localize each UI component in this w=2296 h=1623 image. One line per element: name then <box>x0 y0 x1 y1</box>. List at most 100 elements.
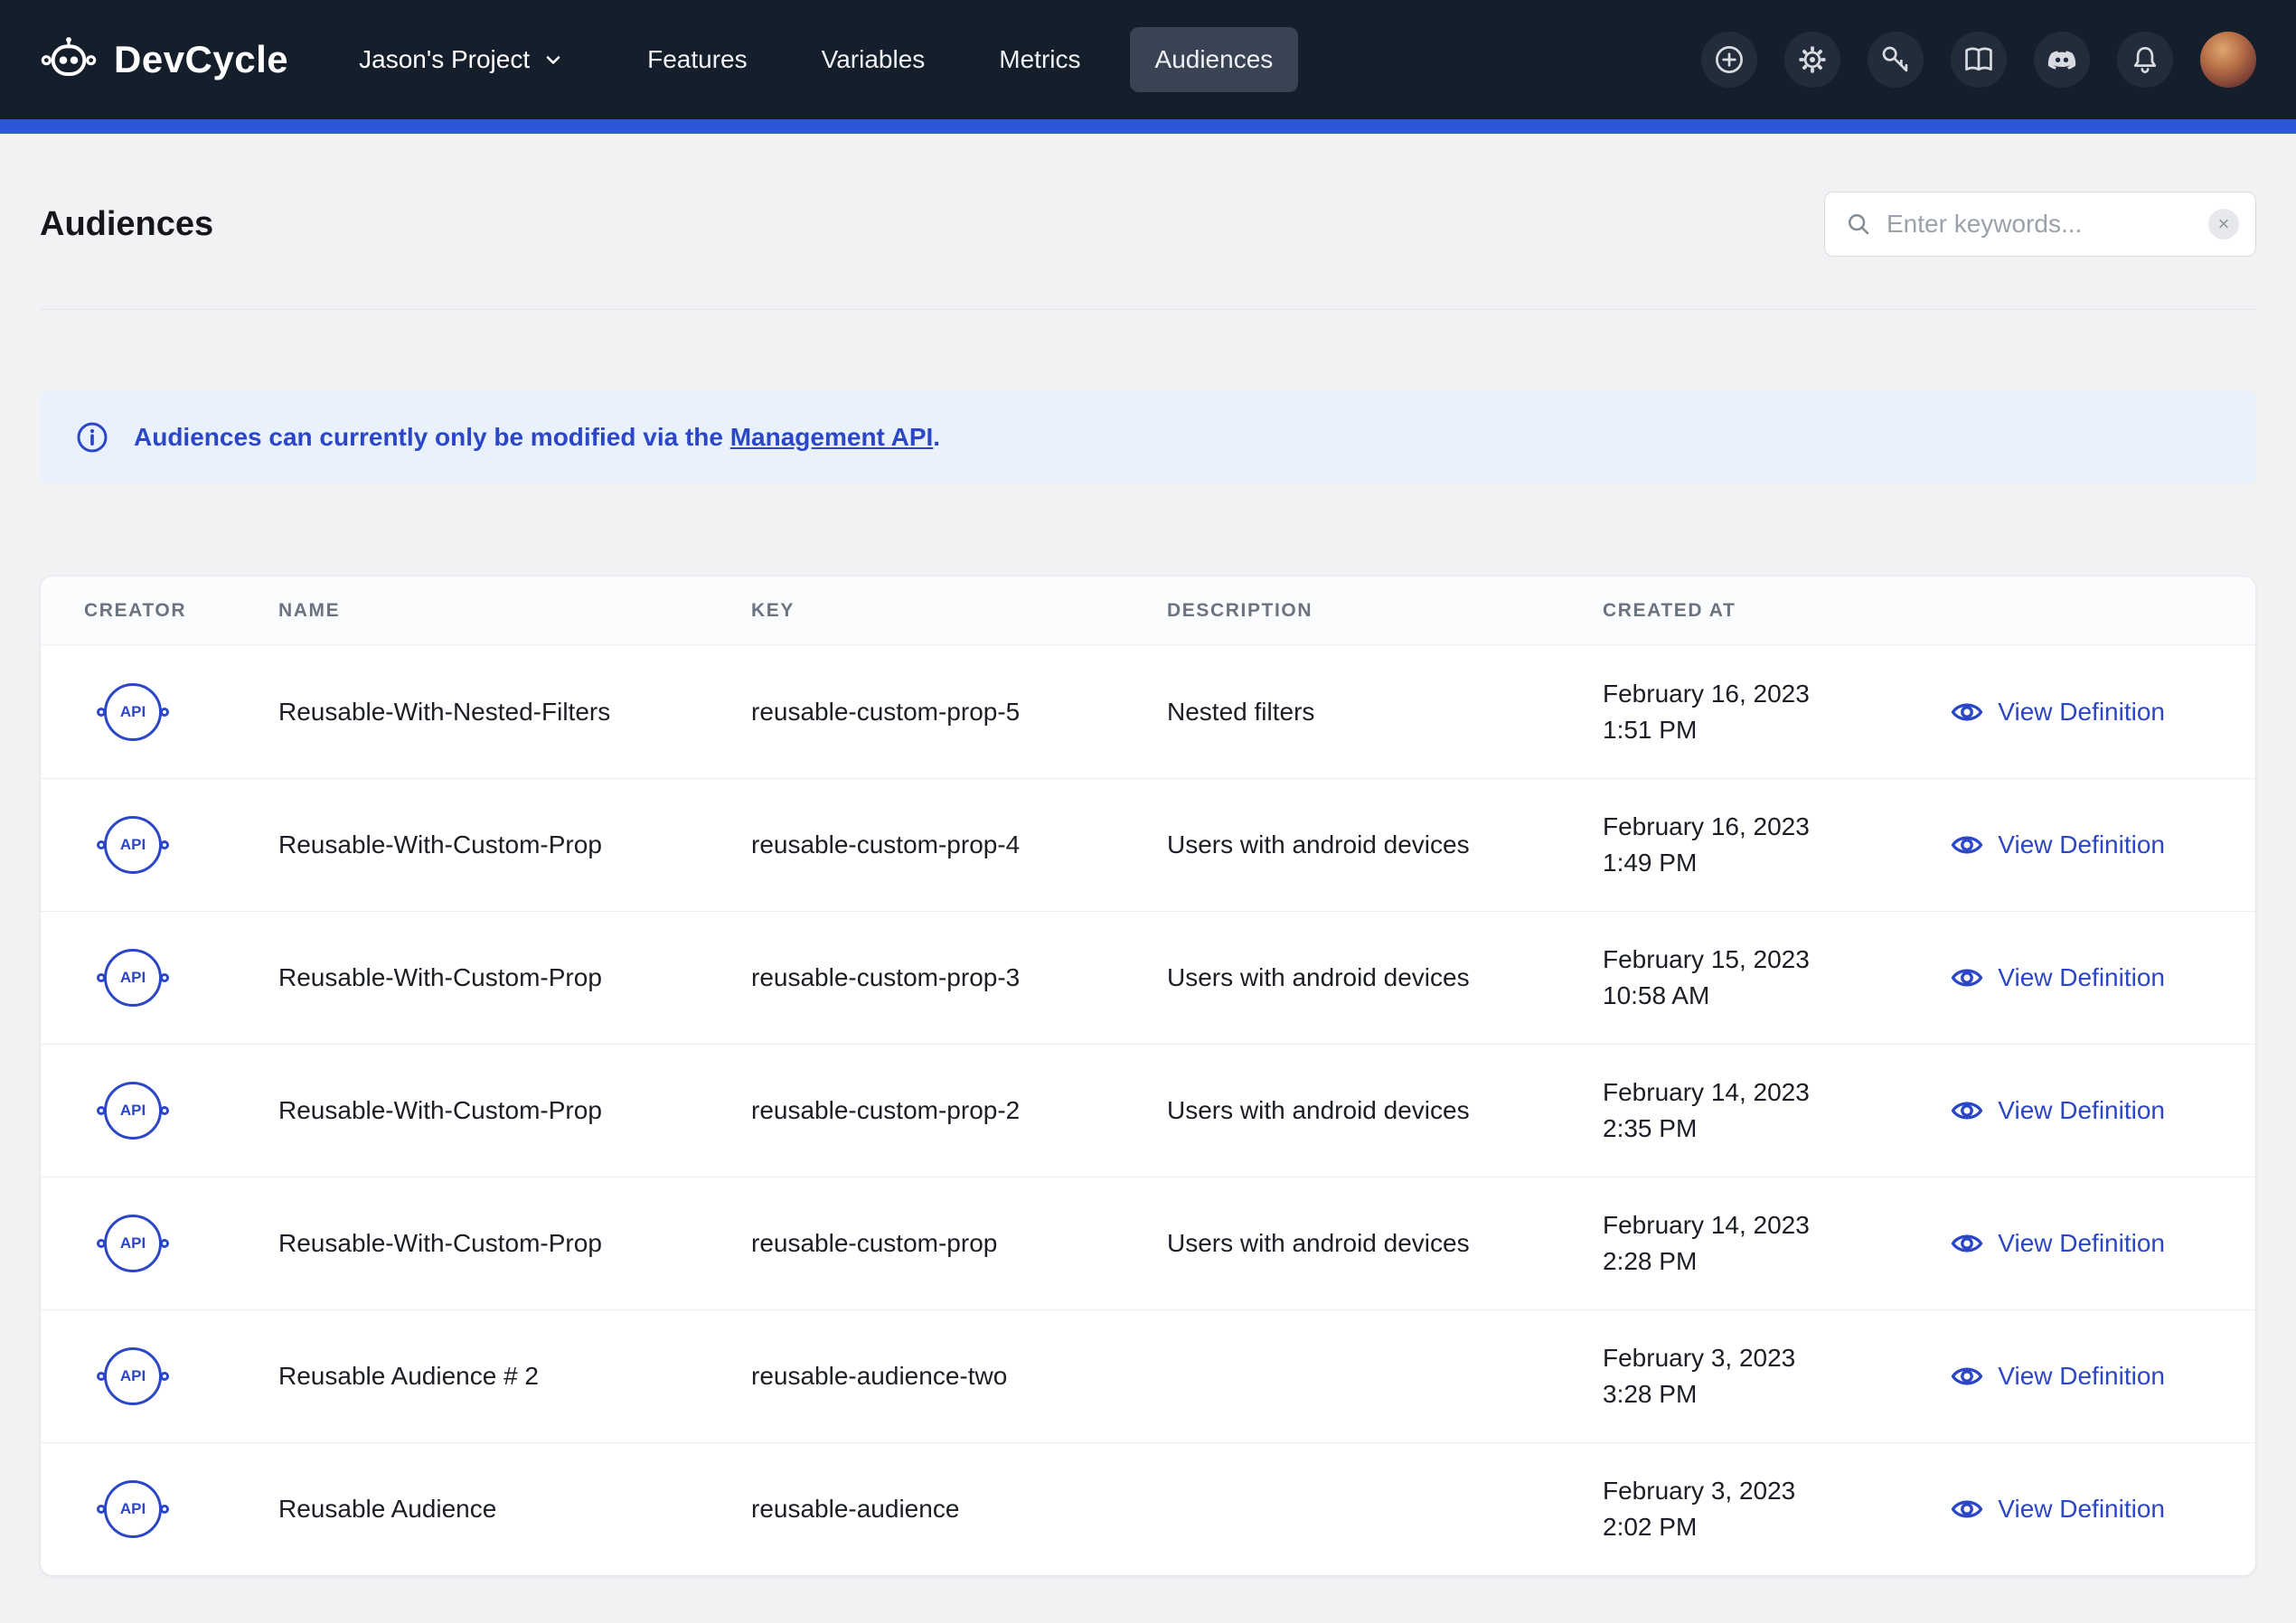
view-definition-link[interactable]: View Definition <box>1950 1229 2165 1258</box>
created-date: February 15, 2023 <box>1603 942 1928 978</box>
brand[interactable]: DevCycle <box>40 35 288 84</box>
api-badge-label: API <box>120 969 146 987</box>
gear-icon[interactable] <box>1784 32 1840 88</box>
view-definition-link[interactable]: View Definition <box>1950 1096 2165 1125</box>
management-api-link[interactable]: Management API <box>730 423 934 451</box>
page-title: Audiences <box>40 205 213 244</box>
api-creator-badge: API <box>104 816 162 874</box>
api-creator-badge: API <box>104 1480 162 1538</box>
audience-key: reusable-audience <box>751 1495 1167 1524</box>
audience-description: Users with android devices <box>1167 830 1603 859</box>
view-definition-link[interactable]: View Definition <box>1950 1495 2165 1524</box>
table-row: API Reusable Audience # 2 reusable-audie… <box>41 1309 2255 1442</box>
search-icon <box>1845 211 1872 238</box>
view-definition-label: View Definition <box>1998 1229 2165 1258</box>
navbar: DevCycle Jason's Project Features Variabl… <box>0 0 2296 119</box>
audience-name: Reusable-With-Custom-Prop <box>278 830 751 859</box>
audience-name: Reusable Audience <box>278 1495 751 1524</box>
nav-item-variables[interactable]: Variables <box>796 27 951 92</box>
table-row: API Reusable-With-Custom-Prop reusable-c… <box>41 911 2255 1044</box>
info-banner: Audiences can currently only be modified… <box>40 391 2256 483</box>
audience-key: reusable-custom-prop-4 <box>751 830 1167 859</box>
column-header-created-at: CREATED AT <box>1603 600 1928 622</box>
created-time: 2:35 PM <box>1603 1111 1928 1147</box>
audience-name: Reusable Audience # 2 <box>278 1362 751 1391</box>
view-definition-label: View Definition <box>1998 1495 2165 1524</box>
table-body: API Reusable-With-Nested-Filters reusabl… <box>41 645 2255 1575</box>
api-badge-label: API <box>120 1500 146 1518</box>
audience-key: reusable-audience-two <box>751 1362 1167 1391</box>
view-definition-link[interactable]: View Definition <box>1950 1362 2165 1391</box>
eye-icon <box>1950 830 1984 859</box>
column-header-creator: CREATOR <box>84 600 278 622</box>
view-definition-label: View Definition <box>1998 963 2165 992</box>
view-definition-link[interactable]: View Definition <box>1950 963 2165 992</box>
audience-key: reusable-custom-prop-3 <box>751 963 1167 992</box>
eye-icon <box>1950 963 1984 992</box>
audience-key: reusable-custom-prop-2 <box>751 1096 1167 1125</box>
nav-item-audiences[interactable]: Audiences <box>1130 27 1299 92</box>
created-date: February 14, 2023 <box>1603 1074 1928 1111</box>
table-row: API Reusable Audience reusable-audience … <box>41 1442 2255 1575</box>
primary-nav: Features Variables Metrics Audiences <box>622 27 1298 92</box>
created-at: February 15, 2023 10:58 AM <box>1603 942 1928 1014</box>
api-badge-label: API <box>120 703 146 721</box>
main-content: Audiences × Audiences can currently only… <box>0 192 2296 1576</box>
clear-search-icon[interactable]: × <box>2208 209 2239 239</box>
audience-description: Nested filters <box>1167 698 1603 727</box>
view-definition-link[interactable]: View Definition <box>1950 698 2165 727</box>
book-icon[interactable] <box>1951 32 2007 88</box>
created-date: February 16, 2023 <box>1603 676 1928 712</box>
created-at: February 3, 2023 3:28 PM <box>1603 1340 1928 1412</box>
table-row: API Reusable-With-Custom-Prop reusable-c… <box>41 1044 2255 1177</box>
devcycle-logo-icon <box>40 35 98 84</box>
search-input[interactable] <box>1887 210 2194 239</box>
created-at: February 16, 2023 1:49 PM <box>1603 809 1928 881</box>
created-time: 2:02 PM <box>1603 1509 1928 1545</box>
project-selector[interactable]: Jason's Project <box>359 45 564 74</box>
audience-description: Users with android devices <box>1167 963 1603 992</box>
audience-description: Users with android devices <box>1167 1229 1603 1258</box>
page-header: Audiences × <box>40 192 2256 257</box>
plus-circle-icon[interactable] <box>1701 32 1757 88</box>
created-at: February 14, 2023 2:35 PM <box>1603 1074 1928 1147</box>
discord-icon[interactable] <box>2034 32 2090 88</box>
view-definition-label: View Definition <box>1998 1362 2165 1391</box>
api-creator-badge: API <box>104 683 162 741</box>
info-icon <box>74 419 110 455</box>
accent-bar <box>0 119 2296 134</box>
view-definition-link[interactable]: View Definition <box>1950 830 2165 859</box>
navbar-icons <box>1701 32 2256 88</box>
created-at: February 3, 2023 2:02 PM <box>1603 1473 1928 1545</box>
nav-item-features[interactable]: Features <box>622 27 773 92</box>
created-at: February 16, 2023 1:51 PM <box>1603 676 1928 748</box>
audience-name: Reusable-With-Custom-Prop <box>278 1096 751 1125</box>
api-badge-label: API <box>120 1234 146 1252</box>
eye-icon <box>1950 1362 1984 1391</box>
avatar[interactable] <box>2200 32 2256 88</box>
nav-item-metrics[interactable]: Metrics <box>974 27 1106 92</box>
view-definition-label: View Definition <box>1998 698 2165 727</box>
divider <box>40 309 2256 310</box>
column-header-description: DESCRIPTION <box>1167 600 1603 622</box>
created-time: 1:51 PM <box>1603 712 1928 748</box>
audience-key: reusable-custom-prop-5 <box>751 698 1167 727</box>
key-icon[interactable] <box>1868 32 1924 88</box>
audience-name: Reusable-With-Custom-Prop <box>278 963 751 992</box>
eye-icon <box>1950 1229 1984 1258</box>
api-creator-badge: API <box>104 1215 162 1272</box>
table-row: API Reusable-With-Custom-Prop reusable-c… <box>41 1177 2255 1309</box>
column-header-key: KEY <box>751 600 1167 622</box>
table-row: API Reusable-With-Custom-Prop reusable-c… <box>41 778 2255 911</box>
created-date: February 3, 2023 <box>1603 1473 1928 1509</box>
bell-icon[interactable] <box>2117 32 2173 88</box>
view-definition-label: View Definition <box>1998 1096 2165 1125</box>
eye-icon <box>1950 698 1984 727</box>
created-date: February 3, 2023 <box>1603 1340 1928 1376</box>
api-badge-label: API <box>120 836 146 854</box>
brand-name: DevCycle <box>114 38 288 81</box>
audience-description: Users with android devices <box>1167 1096 1603 1125</box>
audience-name: Reusable-With-Nested-Filters <box>278 698 751 727</box>
audiences-table: CREATOR NAME KEY DESCRIPTION CREATED AT … <box>40 576 2256 1576</box>
column-header-name: NAME <box>278 600 751 622</box>
